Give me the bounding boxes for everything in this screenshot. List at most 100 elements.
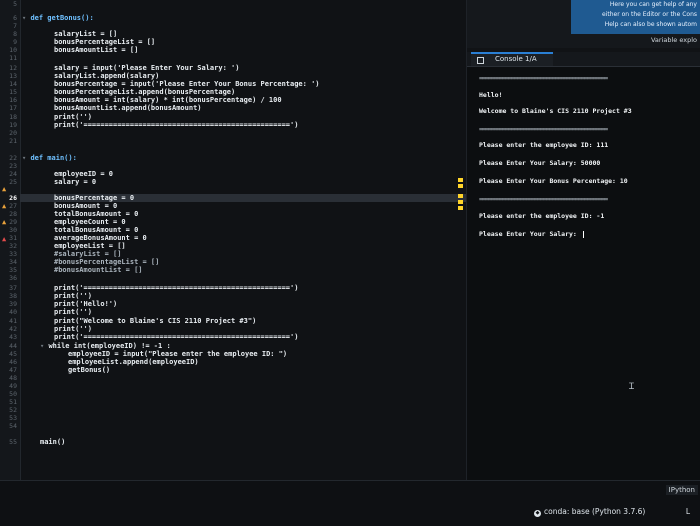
console-icon xyxy=(477,57,484,64)
code-line: ▾ while int(employeeID) != -1 : xyxy=(40,342,171,350)
line-number: 10 xyxy=(9,46,17,54)
code-line: employeeID = input("Please enter the emp… xyxy=(68,350,288,358)
help-panel: Here you can get help of any either on t… xyxy=(467,0,700,48)
line-number: 49 xyxy=(9,382,17,390)
console-input-line[interactable]: Please Enter Your Salary: xyxy=(479,230,584,238)
tab-label: Console 1/A xyxy=(495,55,537,63)
code-line: bonusPercentage = 0 xyxy=(54,194,135,202)
help-text: Here you can get help of any xyxy=(609,1,697,8)
line-number: 34 xyxy=(9,258,17,266)
console-line: Hello! xyxy=(479,91,503,99)
line-number: 47 xyxy=(9,366,17,374)
console-rule: ========================================… xyxy=(479,125,608,133)
line-number: 37 xyxy=(9,284,17,292)
tab-ipython[interactable]: IPython xyxy=(665,485,698,495)
console-line: Welcome to Blaine's CIS 2110 Project #3 xyxy=(479,107,632,115)
status-position: L xyxy=(685,507,690,516)
line-number: 26 xyxy=(9,194,17,202)
code-line: print('') xyxy=(54,292,92,300)
help-banner: Here you can get help of any either on t… xyxy=(571,0,700,34)
line-number: 14 xyxy=(9,80,17,88)
help-text: Help can also be shown autom xyxy=(604,21,697,28)
line-number: 33 xyxy=(9,250,17,258)
line-number: 8 xyxy=(13,30,17,38)
line-number: 16 xyxy=(9,96,17,104)
line-number: 32 xyxy=(9,242,17,250)
code-line: bonusPercentageList.append(bonusPercenta… xyxy=(54,88,236,96)
line-number: 45 xyxy=(9,350,17,358)
line-number: 53 xyxy=(9,414,17,422)
code-comment: #salaryList = [] xyxy=(54,250,122,258)
line-number: 46 xyxy=(9,358,17,366)
code-line: bonusPercentageList = [] xyxy=(54,38,156,46)
console-line: Please Enter Your Bonus Percentage: 10 xyxy=(479,177,628,185)
console-line: Please Enter Your Salary: 50000 xyxy=(479,159,601,167)
line-number: 24 xyxy=(9,170,17,178)
line-number: 22 xyxy=(9,154,17,162)
line-number: 44 xyxy=(9,342,17,350)
marker[interactable] xyxy=(458,200,463,204)
line-number: 48 xyxy=(9,374,17,382)
line-number: 23 xyxy=(9,162,17,170)
console-line: Please enter the employee ID: 111 xyxy=(479,141,609,149)
marker[interactable] xyxy=(458,184,463,188)
console-line: Please enter the employee ID: -1 xyxy=(479,212,605,220)
code-line: bonusAmount = int(salary) * int(bonusPer… xyxy=(54,96,282,104)
warning-icon[interactable]: ▲ xyxy=(2,202,6,210)
code-line: main() xyxy=(40,438,66,446)
code-line: print('=================================… xyxy=(54,284,299,292)
mouse-ibeam-icon: Ɪ xyxy=(629,382,635,392)
text-cursor xyxy=(582,230,584,238)
code-line: getBonus() xyxy=(68,366,111,374)
line-number: 21 xyxy=(9,137,17,145)
error-icon[interactable]: ▲ xyxy=(2,235,6,243)
warning-icon[interactable]: ▲ xyxy=(2,218,6,226)
right-pane: Here you can get help of any either on t… xyxy=(466,0,700,480)
line-number: 38 xyxy=(9,292,17,300)
marker[interactable] xyxy=(458,206,463,210)
code-line: ▾ def getBonus(): xyxy=(22,14,94,22)
help-text: either on the Editor or the Cons xyxy=(602,11,697,18)
line-number: 41 xyxy=(9,317,17,325)
console-output[interactable]: ========================================… xyxy=(467,67,700,480)
line-number: 7 xyxy=(13,22,17,30)
marker-strip[interactable] xyxy=(458,150,463,212)
warning-icon[interactable]: ▲ xyxy=(2,185,6,193)
line-number: 5 xyxy=(13,0,17,8)
code-editor[interactable]: 5 6 7 8 9 10 11 12 13 14 15 16 17 18 19 20 21 22 23 24 25 26 2… xyxy=(0,0,466,480)
line-number: 40 xyxy=(9,308,17,316)
code-line: print('') xyxy=(54,308,92,316)
code-line: print("Welcome to Blaine's CIS 2110 Proj… xyxy=(54,317,257,325)
line-number: 13 xyxy=(9,72,17,80)
line-number: 54 xyxy=(9,422,17,430)
code-line: averageBonusAmount = 0 xyxy=(54,234,147,242)
line-number: 36 xyxy=(9,274,17,282)
conda-icon: ◆ xyxy=(534,510,541,517)
code-line: employeeCount = 0 xyxy=(54,218,126,226)
line-number: 52 xyxy=(9,406,17,414)
code-line: print('') xyxy=(54,325,92,333)
code-line: bonusAmount = 0 xyxy=(54,202,118,210)
tab-variable-explorer[interactable]: Variable explo xyxy=(651,36,697,44)
tab-console[interactable]: Console 1/A xyxy=(471,52,553,66)
line-number: 50 xyxy=(9,390,17,398)
code-line: ▾ def main(): xyxy=(22,154,77,162)
line-number: 42 xyxy=(9,325,17,333)
code-line: salary = 0 xyxy=(54,178,97,186)
environment-label: conda: base (Python 3.7.6) xyxy=(544,507,646,516)
line-number: 43 xyxy=(9,333,17,341)
marker[interactable] xyxy=(458,178,463,182)
code-line: salaryList = [] xyxy=(54,30,118,38)
line-number: 15 xyxy=(9,88,17,96)
line-number: 55 xyxy=(9,438,17,446)
line-number: 9 xyxy=(13,38,17,46)
line-number: 17 xyxy=(9,104,17,112)
code-line: print('Hello!') xyxy=(54,300,118,308)
console-rule: ========================================… xyxy=(479,195,608,203)
code-line: salary = input('Please Enter Your Salary… xyxy=(54,64,240,72)
environment-indicator[interactable]: ◆ conda: base (Python 3.7.6) xyxy=(534,507,645,517)
code-line: bonusAmountList.append(bonusAmount) xyxy=(54,104,202,112)
line-number: 28 xyxy=(9,210,17,218)
marker[interactable] xyxy=(458,194,463,198)
line-number: 11 xyxy=(9,54,17,62)
